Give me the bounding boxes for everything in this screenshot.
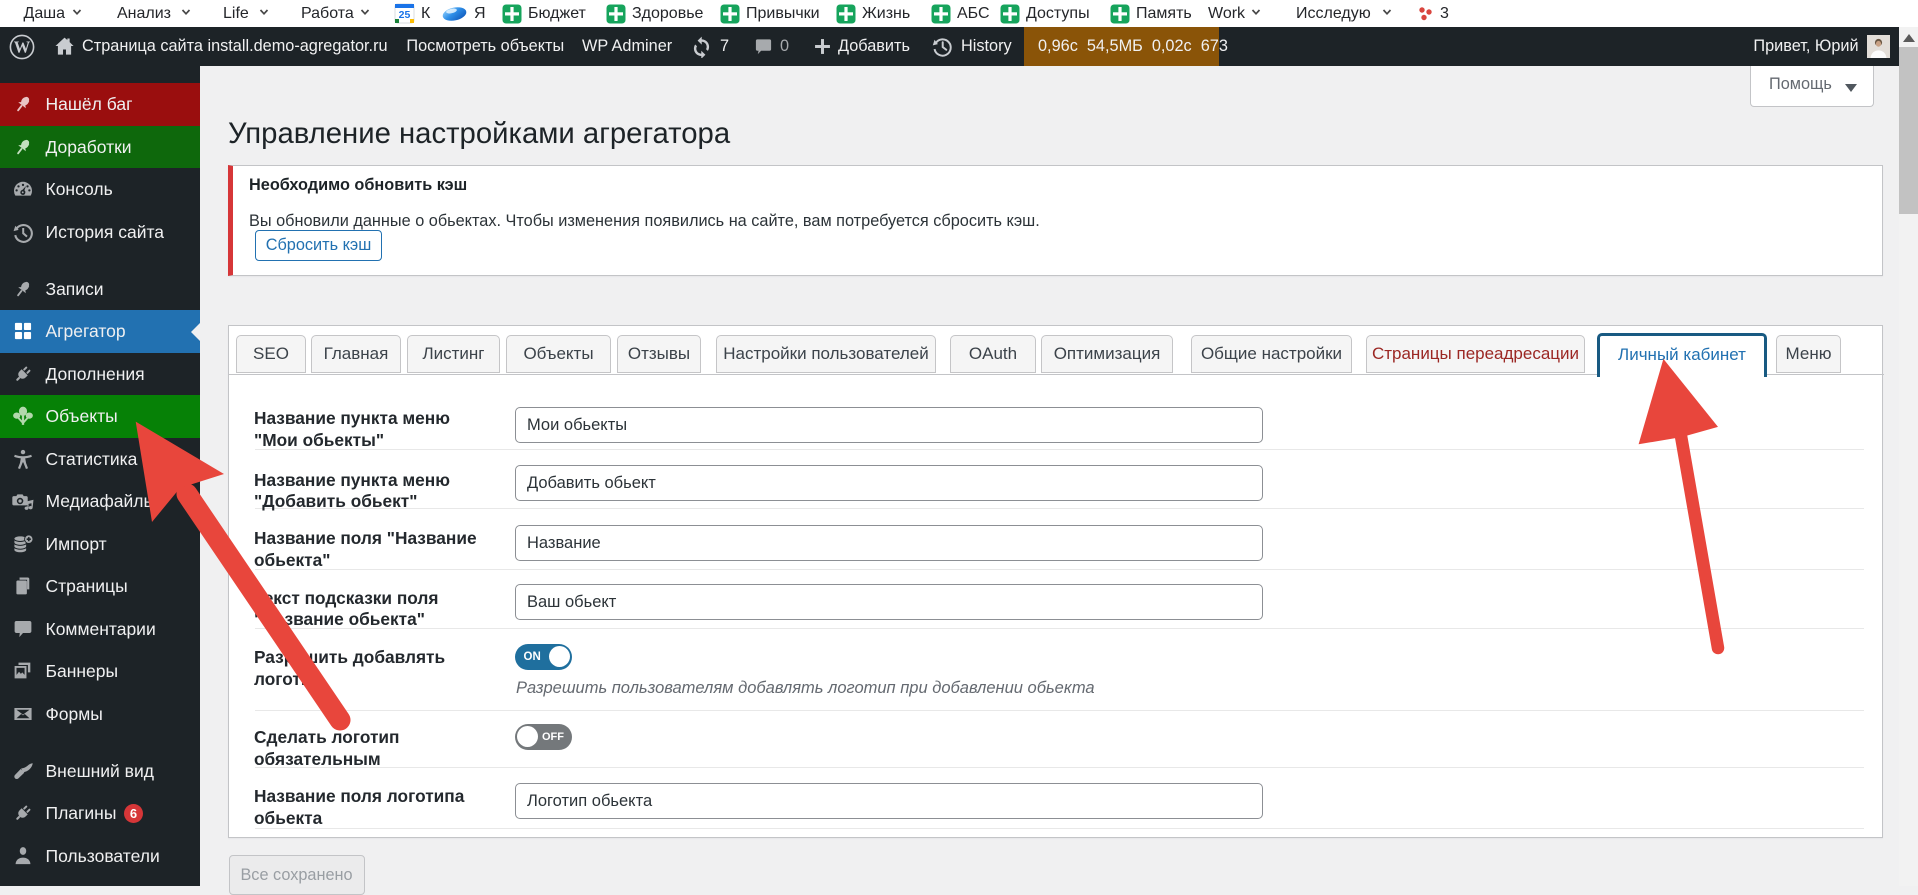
svg-text:W: W: [14, 37, 31, 56]
svg-text:25: 25: [399, 9, 411, 21]
